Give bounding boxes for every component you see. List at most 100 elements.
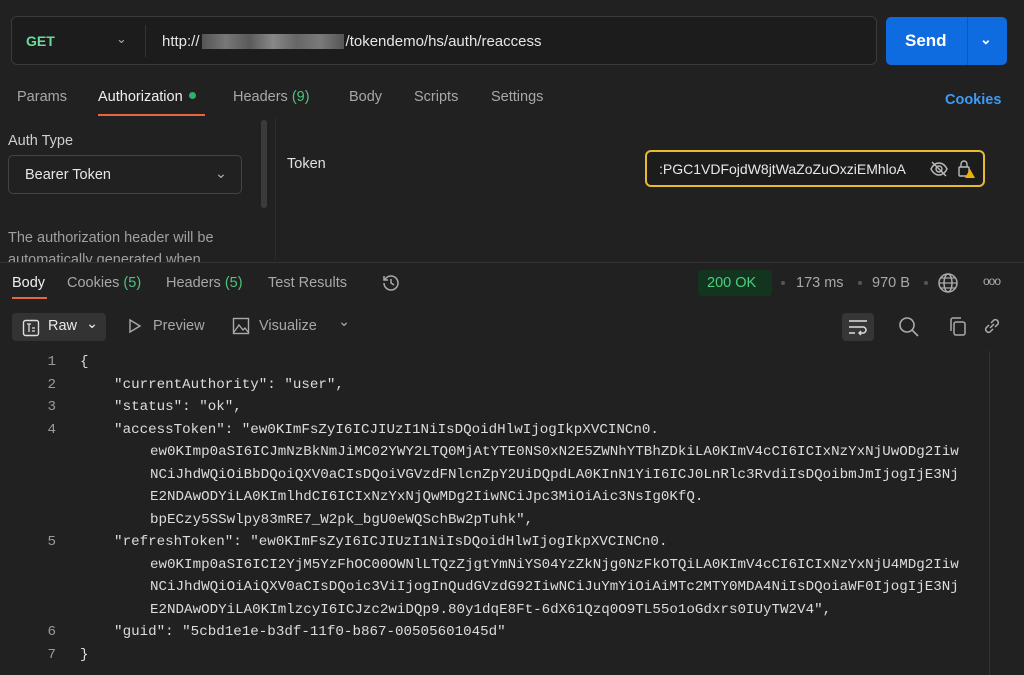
line-number: 6 xyxy=(47,624,56,640)
response-size: 970 B xyxy=(872,275,910,291)
chevron-down-icon: ⌄ xyxy=(214,166,227,182)
preview-button[interactable]: Preview xyxy=(153,318,205,334)
code-text: "accessToken": "ew0KImFsZyI6ICJIUzI1NiIs… xyxy=(80,421,659,438)
code-line: 4 "accessToken": "ew0KImFsZyI6ICJIUzI1Ni… xyxy=(0,419,990,442)
status-dot xyxy=(188,92,196,99)
tab-scripts[interactable]: Scripts xyxy=(414,89,458,105)
code-line-wrap: bpECzy5SSwlpy83mRE7_W2pk_bgU0eWQSchBw2pT… xyxy=(0,509,990,532)
tab-settings[interactable]: Settings xyxy=(491,89,543,105)
divider xyxy=(275,118,276,260)
code-text: bpECzy5SSwlpy83mRE7_W2pk_bgU0eWQSchBw2pT… xyxy=(150,511,534,528)
code-text: ew0KImp0aSI6ICI2YjM5YzFhOC00OWNlLTQzZjgt… xyxy=(150,556,959,573)
tab-body[interactable]: Body xyxy=(349,89,382,105)
tab-headers[interactable]: Headers (9) xyxy=(233,89,310,105)
response-time: 173 ms xyxy=(796,275,844,291)
code-text: { xyxy=(80,354,89,370)
code-text: "status": "ok", xyxy=(80,399,242,415)
active-tab-underline xyxy=(12,297,47,299)
code-line: 5 "refreshToken": "ew0KImFsZyI6ICJIUzI1N… xyxy=(0,531,990,554)
copy-icon[interactable] xyxy=(948,316,968,338)
code-line: 2 "currentAuthority": "user", xyxy=(0,374,990,397)
tab-label: Headers xyxy=(166,275,221,291)
method-select[interactable]: GET xyxy=(26,33,55,49)
url-path: /tokendemo/hs/auth/reaccess xyxy=(345,33,542,50)
line-number: 2 xyxy=(47,376,56,393)
url-input[interactable]: http:// /tokendemo/hs/auth/reaccess xyxy=(162,33,541,50)
tab-label: Headers xyxy=(233,89,288,105)
send-button[interactable]: Send ⌄ xyxy=(886,17,1007,65)
eye-off-icon[interactable] xyxy=(927,159,949,179)
scrollbar[interactable] xyxy=(261,120,267,208)
code-line-wrap: NCiJhdWQiOiAiQXV0aCIsDQoic3ViIjogInQudGV… xyxy=(0,576,990,599)
chevron-down-icon[interactable]: ⌄ xyxy=(338,314,350,330)
code-text: E2NDAwODYiLA0KImlhdCI6ICIxNzYxNjQwMDg2Ii… xyxy=(150,489,704,505)
url-prefix: http:// xyxy=(162,33,200,50)
code-line-wrap: ew0KImp0aSI6ICJmNzBkNmJiMC02YWY2LTQ0MjAt… xyxy=(0,441,990,464)
code-line-wrap: ew0KImp0aSI6ICI2YjM5YzFhOC00OWNlLTQzZjgt… xyxy=(0,554,990,577)
separator-dot xyxy=(924,281,928,285)
tab-count: (9) xyxy=(291,89,310,105)
tab-label: Cookies xyxy=(67,275,120,291)
token-label: Token xyxy=(287,156,326,172)
redacted-host xyxy=(201,34,344,49)
response-tab-test-results[interactable]: Test Results xyxy=(268,275,347,291)
code-text: NCiJhdWQiOiAiQXV0aCIsDQoic3ViIjogInQudGV… xyxy=(150,579,959,595)
line-number: 1 xyxy=(47,354,56,370)
text-format-icon xyxy=(22,319,40,337)
format-label: Raw xyxy=(48,318,78,334)
separator-dot xyxy=(781,281,785,285)
link-icon[interactable] xyxy=(982,316,1002,336)
code-line: 1{ xyxy=(0,351,990,374)
separator-dot xyxy=(858,281,862,285)
response-body-editor[interactable]: 1{2 "currentAuthority": "user", 3 "status… xyxy=(0,351,990,666)
code-text: E2NDAwODYiLA0KImlzcyI6ICJzc2wiDQp9.80y1d… xyxy=(150,601,832,618)
tab-label: Authorization xyxy=(98,89,183,105)
auth-type-value: Bearer Token xyxy=(25,167,111,183)
token-input[interactable]: :PGC1VDFojdW8jtWaZoZuOxziEMhloA xyxy=(645,150,985,187)
tab-count: (5) xyxy=(123,275,142,291)
code-line-wrap: NCiJhdWQiOiBbDQoiQXV0aCIsDQoiVGVzdFNlcnZ… xyxy=(0,464,990,487)
code-text: NCiJhdWQiOiBbDQoiQXV0aCIsDQoiVGVzdFNlcnZ… xyxy=(150,466,959,483)
response-tab-body[interactable]: Body xyxy=(12,275,45,291)
cookies-link[interactable]: Cookies xyxy=(945,92,1001,108)
history-icon[interactable] xyxy=(380,272,402,294)
code-line: 7} xyxy=(0,644,990,667)
send-label: Send xyxy=(905,31,947,50)
format-raw-select[interactable]: Raw ⌄ xyxy=(12,313,106,341)
response-tab-headers[interactable]: Headers (5) xyxy=(166,275,243,291)
code-text: "refreshToken": "ew0KImFsZyI6ICJIUzI1NiI… xyxy=(80,534,668,550)
code-line: 3 "status": "ok", xyxy=(0,396,990,419)
chevron-down-icon[interactable]: ⌄ xyxy=(116,31,127,47)
token-value: :PGC1VDFojdW8jtWaZoZuOxziEMhloA xyxy=(659,161,906,177)
status-badge: 200 OK xyxy=(698,270,772,296)
play-icon xyxy=(128,318,142,334)
chevron-down-icon[interactable]: ⌄ xyxy=(980,31,992,48)
line-number: 7 xyxy=(47,646,56,663)
auth-type-select[interactable]: Bearer Token ⌄ xyxy=(8,155,242,194)
visualize-button[interactable]: Visualize xyxy=(259,318,317,334)
response-tab-cookies[interactable]: Cookies (5) xyxy=(67,275,141,291)
lock-warning-icon xyxy=(956,158,976,180)
active-tab-underline xyxy=(98,114,205,116)
code-text: "currentAuthority": "user", xyxy=(80,376,344,393)
line-number: 3 xyxy=(47,399,56,415)
chevron-down-icon: ⌄ xyxy=(86,316,99,332)
url-bar: GET ⌄ http:// /tokendemo/hs/auth/reaccess xyxy=(11,16,877,65)
tab-authorization[interactable]: Authorization xyxy=(98,89,196,105)
tab-count: (5) xyxy=(224,275,243,291)
divider xyxy=(967,17,968,65)
code-text: ew0KImp0aSI6ICJmNzBkNmJiMC02YWY2LTQ0MjAt… xyxy=(150,444,959,460)
tab-params[interactable]: Params xyxy=(17,89,67,105)
code-line-wrap: E2NDAwODYiLA0KImlzcyI6ICJzc2wiDQp9.80y1d… xyxy=(0,599,990,622)
code-line: 6 "guid": "5cbd1e1e-b3df-11f0-b867-00505… xyxy=(0,621,990,644)
globe-icon[interactable] xyxy=(937,272,959,294)
search-icon[interactable] xyxy=(898,316,920,338)
wrap-lines-button[interactable] xyxy=(842,313,874,341)
more-icon[interactable]: ooo xyxy=(983,274,1001,288)
scrollbar[interactable] xyxy=(989,351,990,675)
code-line-wrap: E2NDAwODYiLA0KImlhdCI6ICIxNzYxNjQwMDg2Ii… xyxy=(0,486,990,509)
auth-description: The authorization header will be automat… xyxy=(8,230,214,263)
auth-type-label: Auth Type xyxy=(8,133,74,149)
line-number: 5 xyxy=(47,534,56,550)
code-text: } xyxy=(80,646,89,663)
